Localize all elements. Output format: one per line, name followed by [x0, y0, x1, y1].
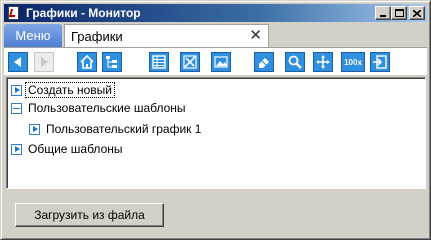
tab-menu[interactable]: Меню: [4, 24, 62, 47]
forward-icon: [41, 57, 48, 67]
app-icon: [6, 6, 22, 20]
forward-button[interactable]: [34, 52, 54, 72]
expand-arrow-icon[interactable]: [29, 123, 40, 135]
toolbar: 100x: [4, 47, 427, 75]
template-tree: Создать новый Пользовательские шаблоны П…: [6, 77, 426, 189]
edit-chart-icon: [183, 55, 197, 69]
back-icon: [14, 57, 21, 67]
image-button[interactable]: [211, 52, 231, 72]
image-icon: [214, 56, 228, 68]
load-from-file-button[interactable]: Загрузить из файла: [15, 203, 164, 227]
export-button[interactable]: [370, 52, 390, 72]
tree-item-label: Создать новый: [25, 82, 115, 98]
window-controls: [375, 6, 425, 20]
zoom-100-icon: 100x: [344, 57, 362, 67]
tree-item-label: Пользовательский график 1: [46, 122, 202, 136]
tree-item-user-chart-1[interactable]: Пользовательский график 1: [29, 121, 201, 137]
eraser-button[interactable]: [254, 52, 274, 72]
home-icon: [80, 54, 94, 69]
pan-button[interactable]: [313, 52, 333, 72]
expand-arrow-icon[interactable]: [11, 84, 22, 96]
minimize-button[interactable]: [375, 6, 391, 20]
tree-item-label: Общие шаблоны: [28, 142, 123, 156]
back-button[interactable]: [8, 52, 28, 72]
close-button[interactable]: [409, 6, 425, 20]
edit-chart-button[interactable]: [180, 52, 200, 72]
tab-close-icon[interactable]: ✕: [249, 28, 262, 43]
tab-strip: Меню Графики ✕: [4, 23, 427, 47]
tree-icon: [106, 56, 117, 68]
tree-item-shared-templates[interactable]: Общие шаблоны: [11, 141, 123, 157]
main-window: Графики - Монитор Меню Графики ✕ 100x Со…: [0, 0, 431, 240]
zoom-button[interactable]: [285, 52, 305, 72]
tree-item-create-new[interactable]: Создать новый: [11, 82, 115, 98]
tree-item-label: Пользовательские шаблоны: [28, 101, 186, 115]
zoom-100-button[interactable]: 100x: [341, 52, 365, 72]
collapse-icon[interactable]: [11, 102, 22, 114]
table-button[interactable]: [149, 52, 169, 72]
tab-charts[interactable]: Графики ✕: [64, 24, 269, 47]
export-icon: [373, 55, 387, 69]
close-icon: [413, 9, 421, 17]
tab-charts-label: Графики: [71, 28, 123, 44]
home-button[interactable]: [77, 52, 97, 72]
maximize-icon: [394, 9, 404, 17]
expand-arrow-icon[interactable]: [11, 143, 22, 155]
zoom-icon: [288, 55, 302, 69]
table-icon: [152, 55, 166, 69]
window-title: Графики - Монитор: [26, 6, 141, 20]
maximize-button[interactable]: [391, 6, 407, 20]
title-bar[interactable]: Графики - Монитор: [4, 4, 427, 22]
eraser-icon: [259, 58, 269, 68]
tree-button[interactable]: [102, 52, 122, 72]
minimize-icon: [380, 15, 386, 17]
pan-icon: [316, 55, 330, 69]
tree-item-user-templates[interactable]: Пользовательские шаблоны: [11, 100, 186, 116]
